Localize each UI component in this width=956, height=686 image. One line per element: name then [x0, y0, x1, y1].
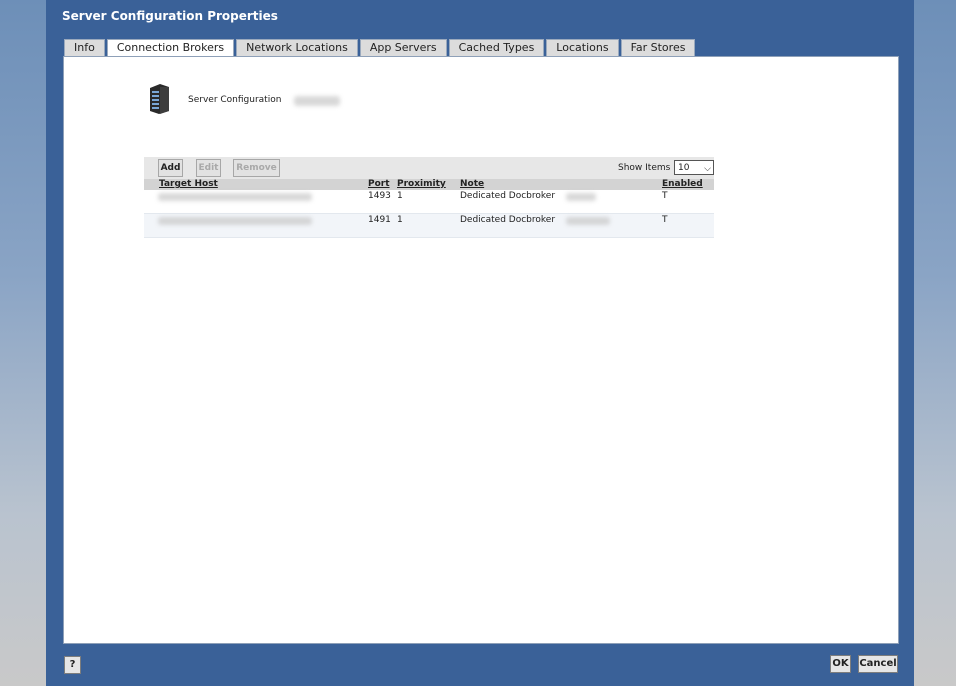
- tab-cached-types[interactable]: Cached Types: [448, 39, 545, 56]
- port-cell: 1491: [368, 215, 391, 225]
- table-row[interactable]: 1491 1 Dedicated Docbroker T: [144, 214, 714, 238]
- tab-content-panel: Server Configuration Add Edit Remove Sho…: [63, 56, 899, 644]
- target-host-redacted: [158, 217, 312, 225]
- note-suffix-redacted: [566, 193, 596, 201]
- tab-bar: Info Connection Brokers Network Location…: [64, 39, 697, 57]
- enabled-cell: T: [662, 191, 668, 201]
- column-header-enabled[interactable]: Enabled: [662, 179, 703, 190]
- tab-far-stores[interactable]: Far Stores: [620, 39, 696, 56]
- proximity-cell: 1: [397, 215, 403, 225]
- dialog-title: Server Configuration Properties: [62, 9, 278, 23]
- desktop-background-right: [914, 0, 956, 686]
- tab-locations[interactable]: Locations: [546, 39, 619, 56]
- show-items-value: 10: [678, 163, 690, 173]
- chevron-down-icon: ⌵: [704, 164, 711, 174]
- table-row[interactable]: 1493 1 Dedicated Docbroker T: [144, 190, 714, 214]
- proximity-cell: 1: [397, 191, 403, 201]
- column-header-note[interactable]: Note: [460, 179, 484, 190]
- show-items-select[interactable]: 10 ⌵: [674, 160, 714, 175]
- add-button[interactable]: Add: [158, 159, 183, 177]
- desktop-background-left: [0, 0, 46, 686]
- column-header-proximity[interactable]: Proximity: [397, 179, 446, 190]
- target-host-redacted: [158, 193, 312, 201]
- show-items-label: Show Items: [618, 163, 671, 173]
- column-header-port[interactable]: Port: [368, 179, 390, 190]
- note-cell: Dedicated Docbroker: [460, 191, 556, 201]
- note-suffix-redacted: [566, 217, 610, 225]
- enabled-cell: T: [662, 215, 668, 225]
- remove-button[interactable]: Remove: [233, 159, 280, 177]
- properties-dialog: Server Configuration Properties Info Con…: [46, 0, 914, 686]
- server-rack-icon: [150, 84, 169, 114]
- table-header: Target Host Port Proximity Note Enabled: [144, 179, 714, 190]
- help-button[interactable]: ?: [64, 656, 81, 674]
- tab-app-servers[interactable]: App Servers: [359, 39, 447, 56]
- tab-info[interactable]: Info: [64, 39, 105, 56]
- broker-toolbar: Add Edit Remove Show Items 10 ⌵: [144, 157, 714, 179]
- port-cell: 1493: [368, 191, 391, 201]
- tab-connection-brokers[interactable]: Connection Brokers: [106, 39, 235, 57]
- edit-button[interactable]: Edit: [196, 159, 221, 177]
- cancel-button[interactable]: Cancel: [858, 655, 898, 673]
- note-cell: Dedicated Docbroker: [460, 215, 556, 225]
- ok-button[interactable]: OK: [830, 655, 851, 673]
- server-name-redacted: [294, 96, 340, 106]
- tab-network-locations[interactable]: Network Locations: [236, 39, 358, 56]
- column-header-target-host[interactable]: Target Host: [159, 179, 218, 190]
- server-configuration-label: Server Configuration: [188, 95, 282, 105]
